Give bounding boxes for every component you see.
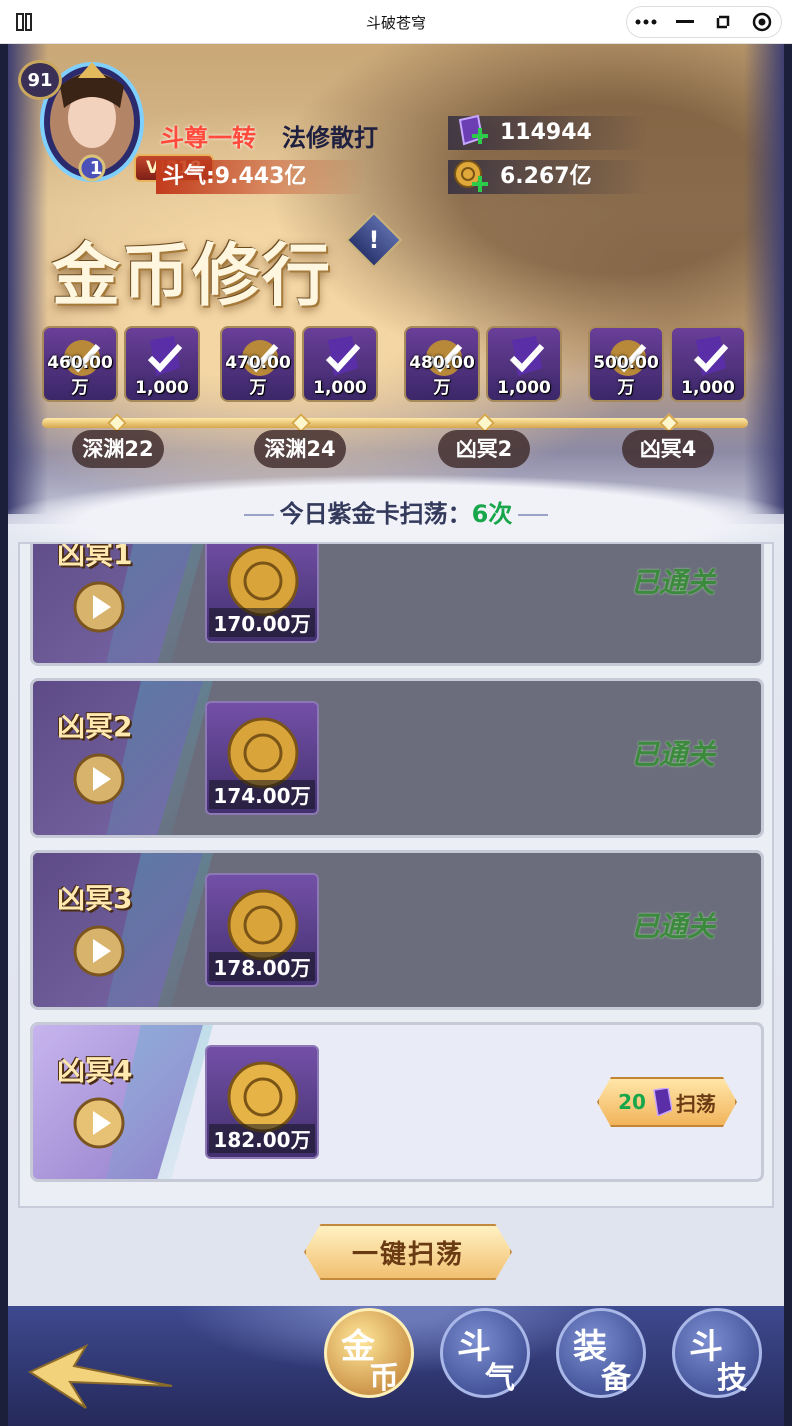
nav-label-bottom: 备: [601, 1361, 631, 1396]
gold-reward-amount: 500.00万: [593, 353, 659, 398]
gem-count: 114944: [500, 120, 592, 145]
gold-reward-box[interactable]: 480.00万: [404, 326, 480, 402]
stage-name: 凶冥1: [57, 542, 133, 571]
gold-count: 6.267亿: [500, 164, 592, 189]
stage-name: 凶冥2: [57, 710, 133, 743]
player-school: 法修散打: [282, 124, 378, 152]
gem-reward-amount: 1,000: [313, 378, 367, 398]
sweep-count-label: 今日紫金卡扫荡：: [279, 500, 472, 528]
gold-reward-amount: 170.00万: [209, 608, 315, 637]
gem-reward-amount: 1,000: [681, 378, 735, 398]
player-level: 91: [18, 60, 62, 100]
gold-resource[interactable]: 6.267亿: [448, 160, 648, 194]
more-icon[interactable]: [631, 10, 661, 34]
restore-icon[interactable]: [708, 10, 738, 34]
nav-gold[interactable]: 金 币: [324, 1308, 414, 1398]
stage-list[interactable]: 凶冥1 170.00万 已通关 凶冥2 174.00万 已通关 凶冥3 178.…: [18, 542, 774, 1208]
check-icon: [693, 336, 729, 376]
close-target-icon[interactable]: [747, 10, 777, 34]
play-icon[interactable]: [71, 923, 127, 979]
capsule-menu: [626, 6, 782, 38]
play-icon[interactable]: [71, 751, 127, 807]
sweep-label: 扫荡: [675, 1091, 716, 1116]
check-icon: [325, 336, 361, 376]
player-power: 斗气:9.443亿: [156, 160, 366, 194]
page-title: 金币修行: [52, 236, 333, 316]
info-button[interactable]: !: [345, 211, 403, 269]
gold-reward-box[interactable]: 500.00万: [588, 326, 664, 402]
nav-label-bottom: 币: [369, 1361, 399, 1396]
check-icon: [509, 336, 545, 376]
info-icon: !: [368, 226, 380, 254]
gold-reward-amount: 470.00万: [225, 353, 291, 398]
sweep-count-value: 6次: [471, 500, 513, 528]
stage-row: 凶冥2 174.00万 已通关: [30, 678, 764, 838]
milestone-stage: 深渊22: [72, 430, 164, 468]
milestone-progress-bar: [42, 418, 748, 428]
play-icon[interactable]: [71, 1095, 127, 1151]
daily-sweep-count: 今日紫金卡扫荡：6次: [8, 494, 784, 529]
divider-left: [243, 514, 274, 516]
stage-row: 凶冥4 182.00万 20 扫荡: [30, 1022, 764, 1182]
nav-equipment[interactable]: 装 备: [556, 1308, 646, 1398]
mini-program-bar: 斗破苍穹: [0, 0, 792, 44]
nav-douqi[interactable]: 斗 气: [440, 1308, 530, 1398]
gold-reward-amount: 174.00万: [209, 780, 315, 809]
nav-label-bottom: 技: [717, 1361, 747, 1396]
gold-reward-box[interactable]: 460.00万: [42, 326, 118, 402]
avatar-badge-number: 1: [89, 158, 103, 179]
milestone-stage: 凶冥4: [622, 430, 714, 468]
gold-reward-amount: 480.00万: [409, 353, 475, 398]
nav-skills[interactable]: 斗 技: [672, 1308, 762, 1398]
purple-gem-plus-icon[interactable]: [452, 114, 490, 152]
purple-gem-icon: [653, 1088, 672, 1116]
cleared-status: 已通关: [630, 738, 715, 771]
milestone-rewards: 460.00万 1,000 深渊22 470.00万 1,000 深渊24 48…: [42, 326, 748, 476]
stage-row: 凶冥1 170.00万 已通关: [30, 542, 764, 666]
sweep-cost: 20: [618, 1090, 646, 1114]
gem-resource[interactable]: 114944: [448, 114, 648, 152]
gold-reward-box[interactable]: 470.00万: [220, 326, 296, 402]
stage-name: 凶冥4: [57, 1054, 133, 1087]
cleared-status: 已通关: [630, 566, 715, 599]
gem-reward-box[interactable]: 1,000: [302, 326, 378, 402]
gem-reward-box[interactable]: 1,000: [670, 326, 746, 402]
stage-name: 凶冥3: [57, 882, 133, 915]
milestone-stage: 深渊24: [254, 430, 346, 468]
cleared-status: 已通关: [630, 910, 715, 943]
back-arrow-icon[interactable]: [26, 1342, 176, 1412]
gold-reward-box[interactable]: 170.00万: [205, 544, 319, 643]
one-key-sweep-button[interactable]: 一键扫荡: [304, 1224, 512, 1280]
milestone-stage: 凶冥2: [438, 430, 530, 468]
minimize-icon[interactable]: [670, 10, 700, 34]
gold-reward-amount: 182.00万: [209, 1124, 315, 1153]
gold-reward-box[interactable]: 182.00万: [205, 1045, 319, 1159]
gold-coin-plus-icon[interactable]: [452, 158, 490, 196]
gold-reward-box[interactable]: 174.00万: [205, 701, 319, 815]
gold-reward-amount: 460.00万: [47, 353, 113, 398]
divider-right: [518, 514, 549, 516]
gold-reward-amount: 178.00万: [209, 952, 315, 981]
sweep-button[interactable]: 20 扫荡: [597, 1077, 737, 1127]
gold-training-banner: 91 1 VIP18 斗尊一转 法修散打 斗气:9.443亿 114944 6.…: [8, 44, 784, 554]
nav-label-bottom: 气: [485, 1361, 515, 1396]
bottom-nav: 金 币 斗 气 装 备 斗 技: [8, 1306, 784, 1426]
play-icon[interactable]: [71, 579, 127, 635]
check-icon: [147, 336, 183, 376]
stage-row: 凶冥3 178.00万 已通关: [30, 850, 764, 1010]
gem-reward-amount: 1,000: [135, 378, 189, 398]
gold-reward-box[interactable]: 178.00万: [205, 873, 319, 987]
gem-reward-box[interactable]: 1,000: [124, 326, 200, 402]
gem-reward-amount: 1,000: [497, 378, 551, 398]
banner-frame-right: [744, 44, 784, 514]
game-screen: 91 1 VIP18 斗尊一转 法修散打 斗气:9.443亿 114944 6.…: [8, 44, 784, 1426]
gem-reward-box[interactable]: 1,000: [486, 326, 562, 402]
player-rank: 斗尊一转: [160, 124, 256, 152]
